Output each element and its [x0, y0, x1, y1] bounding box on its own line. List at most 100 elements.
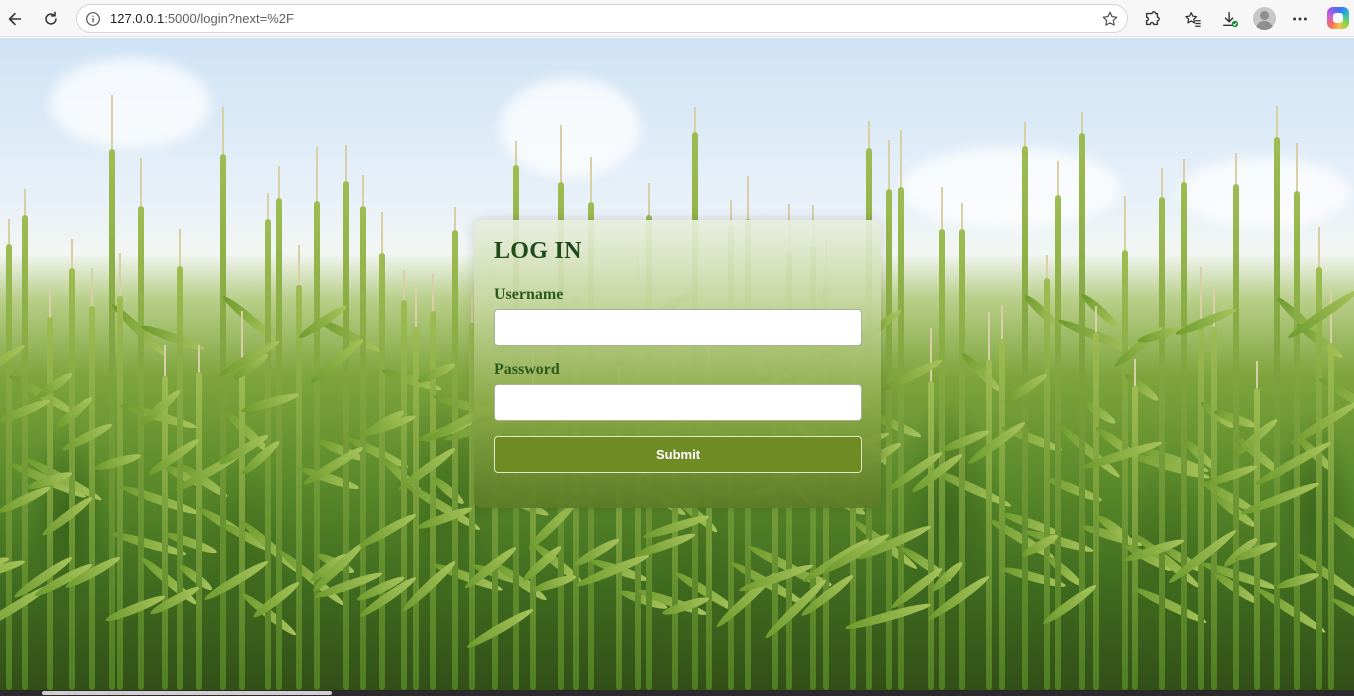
- corn-tassel: [988, 312, 990, 360]
- corn-tassel: [119, 253, 121, 296]
- corn-tassel: [91, 268, 93, 306]
- corn-tassel: [454, 207, 456, 230]
- back-icon[interactable]: [2, 6, 28, 32]
- corn-tassel: [164, 345, 166, 376]
- corn-tassel: [24, 189, 26, 215]
- corn-tassel: [1200, 267, 1202, 319]
- favorites-icon[interactable]: [1180, 6, 1206, 32]
- browser-toolbar: 127.0.0.1:5000/login?next=%2F: [0, 0, 1354, 37]
- corn-tassel: [179, 229, 181, 266]
- corn-tassel: [1161, 168, 1163, 197]
- corn-tassel: [1001, 306, 1003, 339]
- corn-tassel: [362, 175, 364, 206]
- corn-tassel: [345, 145, 347, 181]
- corn-stalk: [177, 266, 183, 690]
- login-card: LOG IN Username Password Submit: [474, 220, 881, 508]
- submit-button[interactable]: Submit: [494, 436, 862, 473]
- corn-tassel: [747, 176, 749, 219]
- corn-tassel: [1318, 227, 1320, 267]
- corn-stalk: [109, 149, 115, 690]
- cloud: [500, 78, 640, 178]
- corn-stalk: [452, 230, 458, 690]
- scrollbar-thumb[interactable]: [42, 691, 332, 695]
- corn-stalk: [138, 206, 144, 690]
- corn-stalk: [1093, 332, 1099, 690]
- corn-tassel: [278, 166, 280, 198]
- corn-stalk: [1022, 146, 1028, 690]
- corn-tassel: [1124, 196, 1126, 250]
- address-bar[interactable]: 127.0.0.1:5000/login?next=%2F: [76, 4, 1128, 33]
- corn-tassel: [515, 141, 517, 165]
- downloads-icon[interactable]: [1217, 6, 1243, 32]
- corn-tassel: [1235, 153, 1237, 184]
- corn-stalk: [69, 268, 75, 690]
- star-icon[interactable]: [1101, 10, 1119, 28]
- corn-stalk: [117, 296, 123, 690]
- corn-stalk: [343, 181, 349, 690]
- corn-stalk: [1274, 137, 1280, 690]
- refresh-icon[interactable]: [38, 6, 64, 32]
- url-path: :5000/login?next=%2F: [164, 11, 294, 26]
- corn-stalk: [939, 229, 945, 690]
- password-input[interactable]: [494, 384, 862, 421]
- cloud: [50, 58, 210, 148]
- corn-tassel: [1134, 359, 1136, 386]
- username-label: Username: [494, 286, 564, 303]
- corn-tassel: [415, 286, 417, 327]
- info-icon[interactable]: [85, 11, 101, 27]
- corn-tassel: [941, 187, 943, 229]
- corn-tassel: [1081, 112, 1083, 133]
- corn-tassel: [1296, 143, 1298, 191]
- corn-tassel: [140, 158, 142, 206]
- corn-stalk: [1122, 250, 1128, 690]
- corn-tassel: [694, 107, 696, 132]
- corn-stalk: [239, 370, 245, 690]
- corn-tassel: [111, 95, 113, 149]
- corn-stalk: [47, 317, 53, 690]
- corn-stalk: [1181, 182, 1187, 690]
- corn-stalk: [220, 154, 226, 690]
- corn-tassel: [1330, 291, 1332, 343]
- more-icon[interactable]: [1287, 6, 1313, 32]
- corn-tassel: [1057, 161, 1059, 195]
- corn-stalk: [401, 300, 407, 690]
- corn-tassel: [1183, 159, 1185, 182]
- corn-stalk: [22, 215, 28, 690]
- corn-stalk: [1198, 319, 1204, 690]
- horizontal-scrollbar[interactable]: [0, 690, 1354, 696]
- corn-tassel: [888, 140, 890, 189]
- corn-tassel: [403, 270, 405, 300]
- corn-stalk: [314, 201, 320, 690]
- corn-tassel: [590, 157, 592, 202]
- corn-tassel: [930, 328, 932, 381]
- corn-tassel: [1046, 255, 1048, 278]
- url-text[interactable]: 127.0.0.1:5000/login?next=%2F: [110, 11, 294, 26]
- username-input[interactable]: [494, 309, 862, 346]
- corn-tassel: [381, 212, 383, 253]
- corn-tassel: [222, 107, 224, 154]
- corn-tassel: [648, 183, 650, 215]
- corn-tassel: [1024, 122, 1026, 146]
- corn-tassel: [49, 290, 51, 317]
- cloud: [1180, 158, 1350, 228]
- corn-stalk: [986, 360, 992, 690]
- corn-stalk: [1044, 278, 1050, 690]
- url-host: 127.0.0.1: [110, 11, 165, 26]
- corn-tassel: [560, 125, 562, 182]
- corn-tassel: [198, 345, 200, 372]
- corn-tassel: [471, 283, 473, 323]
- corn-stalk: [196, 372, 202, 690]
- corn-stalk: [928, 381, 934, 690]
- corn-stalk: [959, 229, 965, 690]
- corn-tassel: [1276, 106, 1278, 137]
- corn-tassel: [267, 193, 269, 219]
- corn-tassel: [1095, 306, 1097, 332]
- corn-tassel: [900, 130, 902, 187]
- copilot-icon[interactable]: [1327, 7, 1349, 29]
- corn-tassel: [71, 239, 73, 268]
- extensions-icon[interactable]: [1139, 6, 1165, 32]
- corn-tassel: [8, 219, 10, 244]
- corn-tassel: [868, 121, 870, 148]
- profile-avatar[interactable]: [1253, 7, 1276, 30]
- corn-tassel: [298, 245, 300, 285]
